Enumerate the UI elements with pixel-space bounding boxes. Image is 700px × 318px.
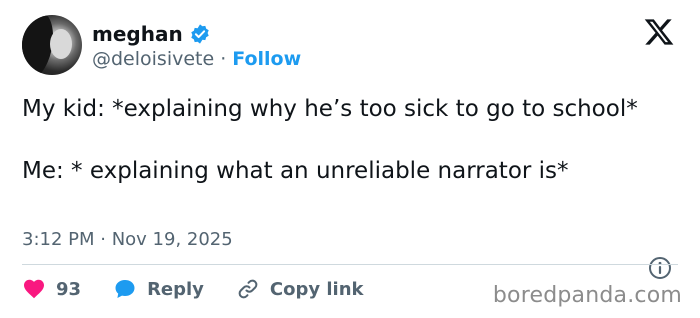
divider [22,264,678,265]
avatar[interactable] [22,15,82,75]
post-body: My kid: *explaining why he’s too sick to… [22,94,672,187]
handle-row: @deloisivete · Follow [92,48,301,70]
separator-dot: · [220,48,227,70]
author-handle[interactable]: @deloisivete [92,48,214,70]
post-spacer [22,125,672,156]
verified-badge-icon [190,24,209,44]
reply-label: Reply [147,278,204,300]
copy-link-label: Copy link [269,278,364,300]
reply-bubble-icon [115,280,135,298]
avatar-face [50,29,72,59]
like-count: 93 [56,278,82,300]
heart-icon [24,279,44,299]
watermark: boredpanda.com [492,283,682,308]
post-line-1: My kid: *explaining why he’s too sick to… [22,96,638,122]
x-logo-icon[interactable] [642,16,676,48]
like-button[interactable]: 93 [22,277,81,301]
action-bar: 93 Reply Copy link [22,277,396,301]
follow-button[interactable]: Follow [232,48,301,70]
author-name[interactable]: meghan [92,22,183,46]
reply-button[interactable]: Reply [113,277,204,301]
link-icon [238,279,258,299]
post-line-2: Me: * explaining what an unreliable narr… [22,158,569,184]
author-name-row: meghan [92,22,211,46]
post-timestamp[interactable]: 3:12 PM · Nov 19, 2025 [22,229,233,250]
copy-link-button[interactable]: Copy link [236,277,364,301]
info-icon[interactable] [648,256,672,280]
